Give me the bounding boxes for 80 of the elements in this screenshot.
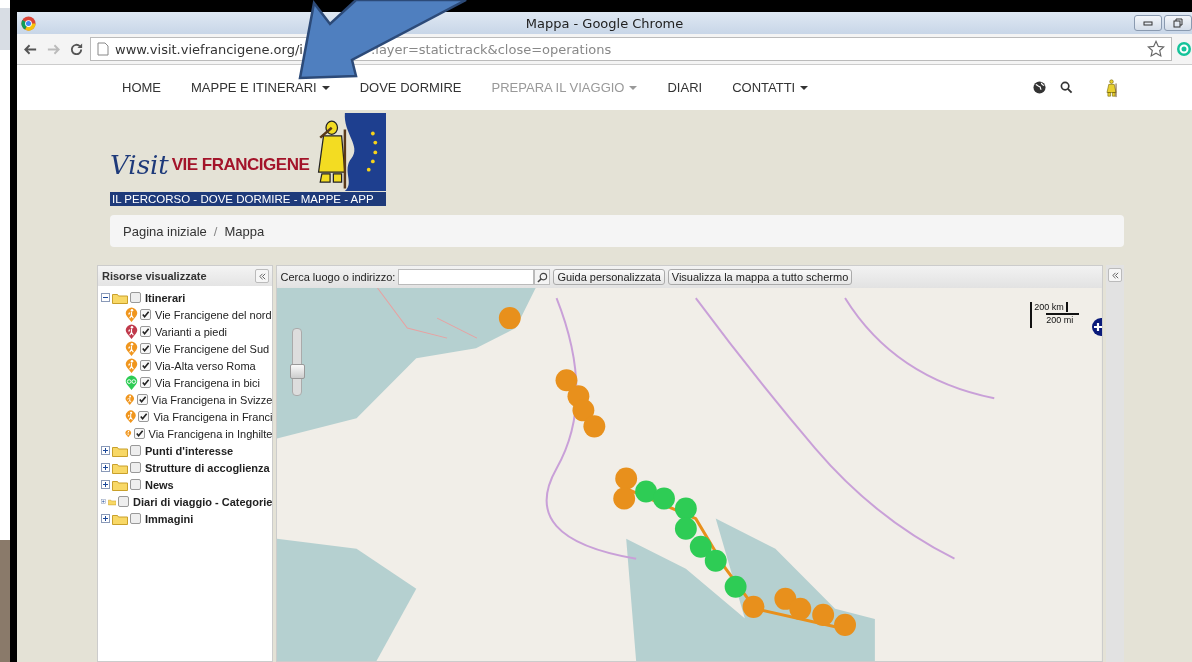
logo-script-text: Visit — [110, 150, 169, 180]
tree-item-label[interactable]: Vie Francigene del nord — [155, 308, 272, 321]
pilgrim-icon[interactable] — [1105, 77, 1118, 98]
chrome-logo-icon — [21, 15, 36, 31]
double-chevron-left-icon — [1110, 270, 1120, 280]
nav-link[interactable]: DOVE DORMIRE — [359, 80, 462, 95]
scale-bar: 200 km 200 mi — [1030, 302, 1093, 328]
checkbox[interactable] — [140, 326, 151, 337]
checkbox[interactable] — [140, 309, 151, 320]
search-icon[interactable] — [1060, 81, 1073, 94]
collapse-button[interactable] — [255, 269, 270, 283]
url-text: :layer=statictrack&close=operations — [370, 41, 612, 57]
double-chevron-left-icon — [257, 271, 267, 281]
logo-tagline: IL PERCORSO - DOVE DORMIRE - MAPPE - APP — [110, 192, 386, 206]
collapse-button[interactable] — [1108, 268, 1123, 282]
url-text: www.visit.viefrancigene.org/i — [115, 41, 303, 57]
nav-link[interactable]: MAPPE E ITINERARI — [191, 80, 330, 95]
restore-icon — [1173, 18, 1183, 28]
search-button[interactable] — [534, 269, 551, 285]
tree-item-label[interactable]: Via-Alta verso Roma — [155, 359, 256, 372]
tree-item-label[interactable]: News — [145, 478, 174, 491]
expand-toggle-icon[interactable] — [101, 514, 110, 523]
window-title: Mappa - Google Chrome — [525, 15, 684, 31]
bookmark-star-icon[interactable] — [1147, 40, 1165, 58]
tree-item-label[interactable]: Diari di viaggio - Categorie — [133, 495, 273, 508]
search-icon — [536, 271, 548, 283]
nav-link[interactable]: DIARI — [667, 80, 703, 95]
address-bar[interactable]: www.visit.viefrancigene.org/i :layer=statictrack&close=operations — [90, 37, 1172, 61]
checkbox[interactable] — [140, 343, 151, 354]
tree-item-label[interactable]: Via Francigena in bici — [155, 376, 260, 389]
checkbox[interactable] — [140, 360, 151, 371]
logo-title: VIE FRANCIGENE — [171, 155, 310, 175]
plus-icon — [1093, 322, 1103, 332]
folder-icon — [112, 512, 128, 525]
map-button[interactable]: Visualizza la mappa a tutto schermo — [667, 269, 853, 285]
zoom-slider[interactable] — [292, 328, 303, 396]
folder-icon — [112, 444, 128, 457]
place-search-field[interactable] — [398, 269, 535, 285]
expand-toggle-icon[interactable] — [101, 497, 106, 506]
breadcrumb-separator: / — [213, 223, 218, 239]
collapse-toggle-icon[interactable] — [101, 293, 110, 302]
tree-item-label[interactable]: Vie Francigene del Sud — [155, 342, 270, 355]
checkbox[interactable] — [133, 428, 145, 439]
panel-title: Risorse visualizzate — [102, 270, 207, 282]
globe-icon[interactable] — [1033, 81, 1046, 94]
checkbox[interactable] — [136, 394, 148, 405]
checkbox[interactable] — [130, 479, 141, 490]
search-label: Cerca luogo o indirizzo: — [280, 271, 396, 283]
checkbox[interactable] — [130, 445, 141, 456]
zoom-slider-thumb[interactable] — [290, 363, 306, 379]
breadcrumb-link[interactable]: Mappa — [224, 223, 265, 239]
tree-item-label[interactable]: Strutture di accoglienza — [145, 461, 270, 474]
checkbox[interactable] — [130, 292, 141, 303]
nav-link[interactable]: CONTATTI — [732, 80, 809, 95]
expand-toggle-icon[interactable] — [101, 463, 110, 472]
breadcrumb-link[interactable]: Pagina iniziale — [123, 223, 207, 239]
checkbox[interactable] — [118, 496, 130, 507]
nav-link[interactable]: HOME — [122, 80, 161, 95]
tree-item-label[interactable]: Varianti a piedi — [155, 325, 227, 338]
tree-item-label[interactable]: Via Francigena in Inghilte — [148, 427, 273, 440]
checkbox[interactable] — [130, 513, 141, 524]
checkbox[interactable] — [138, 411, 150, 422]
folder-icon — [112, 461, 128, 474]
tree-item-label[interactable]: Immagini — [145, 512, 194, 525]
minimize-icon — [1143, 18, 1153, 28]
page-icon — [97, 42, 109, 56]
restore-button[interactable] — [1164, 15, 1192, 31]
reload-icon — [69, 41, 84, 57]
expand-toggle-icon[interactable] — [101, 480, 110, 489]
folder-icon — [112, 478, 128, 491]
tree-item-label[interactable]: Via Francigena in Franci — [153, 410, 273, 423]
minimize-button[interactable] — [1134, 15, 1162, 31]
checkbox[interactable] — [130, 462, 141, 473]
map-button[interactable]: Guida personalizzata — [553, 269, 665, 285]
checkbox[interactable] — [140, 377, 151, 388]
expand-toggle-icon[interactable] — [101, 446, 110, 455]
tree-item-label[interactable]: Via Francigena in Svizze — [151, 393, 273, 406]
folder-icon — [112, 291, 128, 304]
tree-item-label[interactable]: Itinerari — [145, 291, 186, 304]
tree-item-label[interactable]: Punti d'interesse — [145, 444, 234, 457]
